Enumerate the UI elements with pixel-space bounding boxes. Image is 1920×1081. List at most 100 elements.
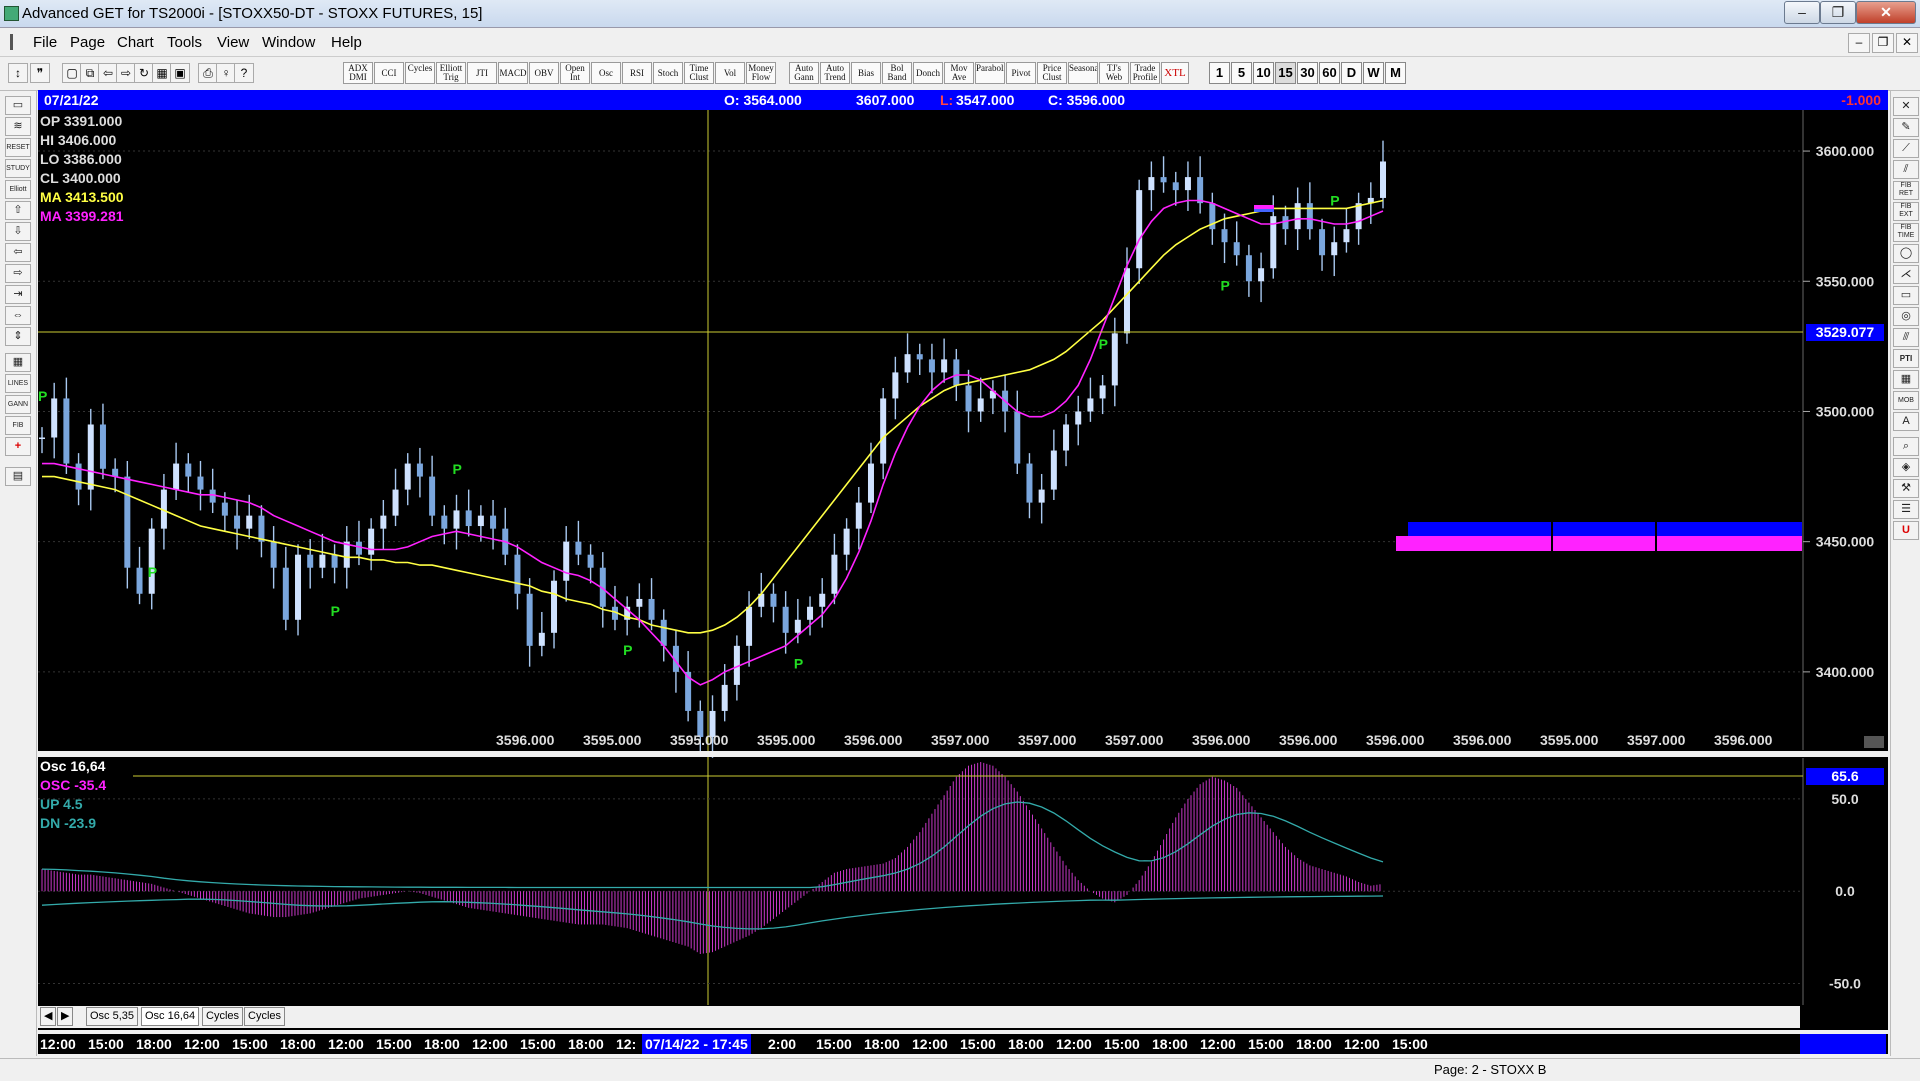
pointer-icon[interactable]: ↕ — [8, 63, 28, 83]
timeframe-10[interactable]: 10 — [1253, 62, 1274, 84]
grid-icon[interactable]: ▦ — [152, 63, 172, 83]
mob-icon[interactable]: MOB — [1893, 391, 1919, 410]
study-macd-button[interactable]: MACD — [498, 62, 528, 84]
menu-window[interactable]: Window — [262, 34, 315, 51]
paint-icon[interactable]: ◈ — [1893, 458, 1919, 477]
study-jti-button[interactable]: JTI — [467, 62, 497, 84]
study-elliott-trig-button[interactable]: Elliott Trig — [436, 62, 466, 84]
menu-help[interactable]: Help — [331, 34, 362, 51]
study-osc-button[interactable]: Osc — [591, 62, 621, 84]
fib-time-icon[interactable]: FIB TIME — [1893, 223, 1919, 242]
pattern-icon[interactable]: ≋ — [5, 117, 31, 136]
mdi-close-button[interactable]: ✕ — [1896, 33, 1918, 53]
timeframe-daily[interactable]: D — [1341, 62, 1362, 84]
menu-tools[interactable]: Tools — [167, 34, 202, 51]
spiral-icon[interactable]: ◎ — [1893, 307, 1919, 326]
elliott-icon[interactable]: Elliott — [5, 180, 31, 199]
pen-icon[interactable]: ✎ — [1893, 118, 1919, 137]
quote-icon[interactable]: ❞ — [30, 63, 50, 83]
help-icon[interactable]: ? — [234, 63, 254, 83]
timeframe-60[interactable]: 60 — [1319, 62, 1340, 84]
study-seasonals-button[interactable]: Seasonals — [1068, 62, 1098, 84]
compress-icon[interactable]: ⇥ — [5, 285, 31, 304]
timeframe-30[interactable]: 30 — [1297, 62, 1318, 84]
new-page-icon[interactable]: ▢ — [62, 63, 82, 83]
back-icon[interactable]: ⇦ — [98, 63, 118, 83]
study-xtl-button[interactable]: XTL — [1161, 62, 1189, 84]
price-chart[interactable]: 07/21/22 O: 3564.000 3607.000 L: 3547.00… — [38, 90, 1888, 1030]
list-icon[interactable]: ☰ — [1893, 500, 1919, 519]
timeframe-5[interactable]: 5 — [1231, 62, 1252, 84]
study-rsi-button[interactable]: RSI — [622, 62, 652, 84]
gann-icon[interactable]: GANN — [5, 395, 31, 414]
menu-chart[interactable]: Chart — [117, 34, 154, 51]
text-icon[interactable]: A — [1893, 412, 1919, 431]
tab-scroll-right[interactable]: ▶ — [57, 1007, 73, 1026]
study-trade-profile-button[interactable]: Trade Profile — [1130, 62, 1160, 84]
refresh-icon[interactable]: ↻ — [134, 63, 154, 83]
tab-osc-16-64[interactable]: Osc 16,64 — [141, 1007, 200, 1026]
study-obv-button[interactable]: OBV — [529, 62, 559, 84]
restore-button[interactable]: ❐ — [1820, 1, 1856, 24]
expand-icon[interactable]: ⇔ — [5, 306, 31, 325]
ellipse-icon[interactable]: ◯ — [1893, 244, 1919, 263]
channel-icon[interactable]: ⫻ — [1893, 328, 1919, 347]
properties-icon[interactable]: ▤ — [5, 467, 31, 486]
cross-icon[interactable]: ✕ — [1893, 97, 1919, 116]
fib-extension-icon[interactable]: FIB EXT — [1893, 202, 1919, 221]
fan-icon[interactable]: ⋌ — [1893, 265, 1919, 284]
study-mov-ave-button[interactable]: Mov Ave — [944, 62, 974, 84]
study-auto-trend-button[interactable]: Auto Trend — [820, 62, 850, 84]
study-vol-button[interactable]: Vol — [715, 62, 745, 84]
mdi-minimize-button[interactable]: – — [1848, 33, 1870, 53]
arrow-left-icon[interactable]: ⇦ — [5, 243, 31, 262]
study-stoch-button[interactable]: Stoch — [653, 62, 683, 84]
crosshair-icon[interactable]: + — [5, 437, 31, 456]
timeframe-1[interactable]: 1 — [1209, 62, 1230, 84]
minimize-button[interactable]: – — [1784, 1, 1820, 24]
tab-cycles-2[interactable]: Cycles — [244, 1007, 286, 1026]
close-button[interactable]: ✕ — [1856, 1, 1916, 24]
timeframe-weekly[interactable]: W — [1363, 62, 1384, 84]
print-icon[interactable]: ⎙ — [198, 63, 218, 83]
study-tj-s-web-button[interactable]: TJ's Web — [1099, 62, 1129, 84]
menu-file[interactable]: File — [33, 34, 57, 51]
parallel-icon[interactable]: ⫽ — [1893, 160, 1919, 179]
layout-icon[interactable]: ▣ — [170, 63, 190, 83]
lines-icon[interactable]: LINES — [5, 374, 31, 393]
study-bol-band-button[interactable]: Bol Band — [882, 62, 912, 84]
tab-cycles-1[interactable]: Cycles — [202, 1007, 244, 1026]
study-donch-button[interactable]: Donch — [913, 62, 943, 84]
tab-osc-5-35[interactable]: Osc 5,35 — [86, 1007, 139, 1026]
fib-retracement-icon[interactable]: FIB RET — [1893, 181, 1919, 200]
fib-icon[interactable]: FIB — [5, 416, 31, 435]
timeframe-15[interactable]: 15 — [1275, 62, 1296, 84]
reset-icon[interactable]: RESET — [5, 138, 31, 157]
tab-scroll-left[interactable]: ◀ — [40, 1007, 56, 1026]
study-pivot-button[interactable]: Pivot — [1006, 62, 1036, 84]
rectangle-icon[interactable]: ▭ — [1893, 286, 1919, 305]
study-price-clust-button[interactable]: Price Clust — [1037, 62, 1067, 84]
light-icon[interactable]: ♀ — [216, 63, 236, 83]
menu-view[interactable]: View — [217, 34, 249, 51]
panel-splitter[interactable] — [38, 751, 1888, 757]
study-time-clust-button[interactable]: Time Clust — [684, 62, 714, 84]
menu-page[interactable]: Page — [70, 34, 105, 51]
tools-icon[interactable]: ⚒ — [1893, 479, 1919, 498]
magnifier-icon[interactable]: ⌕ — [1893, 437, 1919, 456]
study-bias-button[interactable]: Bias — [851, 62, 881, 84]
undo-icon[interactable]: U — [1893, 521, 1919, 540]
timeframe-monthly[interactable]: M — [1385, 62, 1406, 84]
mdi-restore-button[interactable]: ❐ — [1872, 33, 1894, 53]
zoom-vertical-icon[interactable]: ⇕ — [5, 327, 31, 346]
study-auto-gann-button[interactable]: Auto Gann — [789, 62, 819, 84]
resize-icon[interactable] — [1864, 736, 1884, 748]
arrow-down-icon[interactable]: ⇩ — [5, 222, 31, 241]
copy-icon[interactable]: ⧉ — [80, 63, 100, 83]
arrow-right-icon[interactable]: ⇨ — [5, 264, 31, 283]
trendline-icon[interactable]: ⟋ — [1893, 139, 1919, 158]
table-icon[interactable]: ▦ — [1893, 370, 1919, 389]
pti-icon[interactable]: PTI — [1893, 349, 1919, 368]
grid-toggle-icon[interactable]: ▦ — [5, 353, 31, 372]
study-cci-button[interactable]: CCI — [374, 62, 404, 84]
